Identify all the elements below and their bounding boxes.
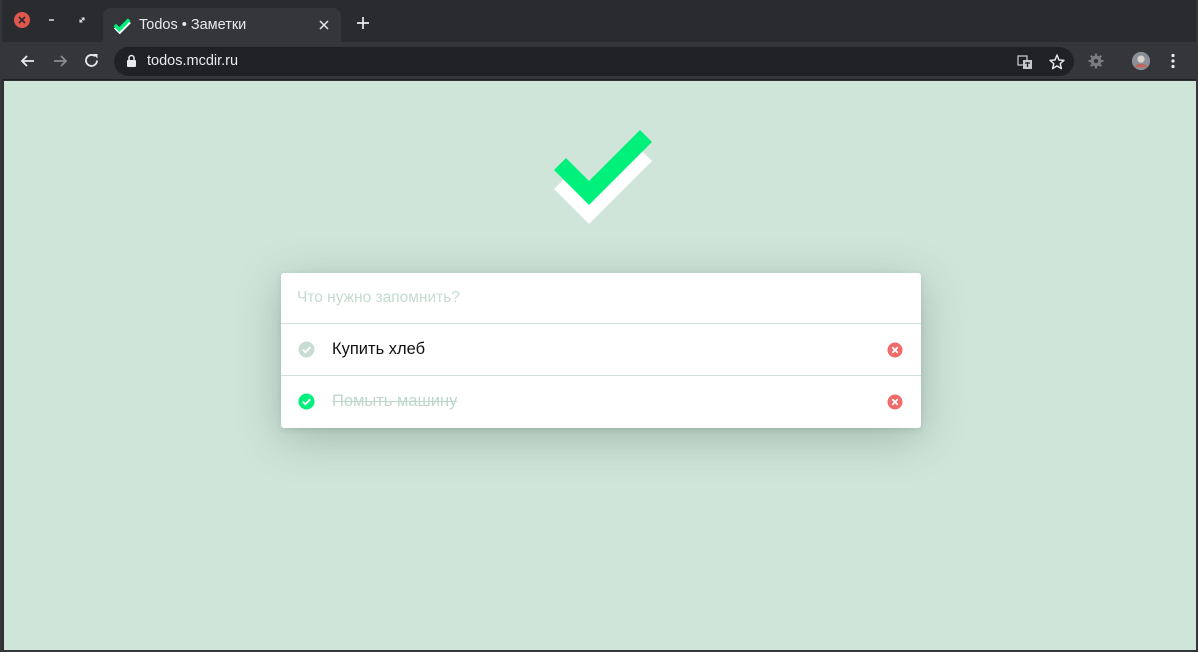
browser-window: Todos • Заметки todos.mcdir.ru Что нужно… <box>0 0 1198 652</box>
extension-button[interactable] <box>1086 51 1106 71</box>
window-close-button[interactable] <box>14 12 30 28</box>
delete-icon[interactable] <box>887 342 903 358</box>
minimize-icon <box>49 19 54 21</box>
todo-text[interactable]: Купить хлеб <box>332 340 425 359</box>
back-button[interactable] <box>18 51 38 71</box>
translate-icon[interactable] <box>1016 53 1034 71</box>
profile-avatar-button[interactable] <box>1131 51 1151 71</box>
forward-arrow-icon <box>54 55 68 67</box>
url-text[interactable]: todos.mcdir.ru <box>147 53 238 69</box>
address-bar[interactable]: todos.mcdir.ru <box>114 47 1074 76</box>
extension-gear-icon <box>1088 53 1104 69</box>
lock-icon <box>127 54 136 67</box>
close-icon <box>18 16 26 24</box>
back-arrow-icon <box>20 55 34 67</box>
reload-button[interactable] <box>82 51 102 71</box>
page-viewport: Купить хлеб Помыть машину <box>4 81 1196 650</box>
browser-toolbar: todos.mcdir.ru <box>2 42 1196 80</box>
todo-item: Купить хлеб <box>281 324 921 376</box>
check-circle-icon[interactable] <box>298 341 315 358</box>
window-restore-button[interactable] <box>74 12 90 28</box>
check-circle-icon[interactable] <box>298 393 315 410</box>
tab-strip: Todos • Заметки <box>2 0 1196 42</box>
tab-title: Todos • Заметки <box>139 17 247 33</box>
window-minimize-button[interactable] <box>44 12 60 28</box>
todo-item: Помыть машину <box>281 376 921 428</box>
todo-card: Купить хлеб Помыть машину <box>281 273 921 428</box>
tab-todos[interactable]: Todos • Заметки <box>103 8 341 42</box>
check-favicon-icon <box>113 18 131 34</box>
check-logo-icon <box>554 130 652 224</box>
new-tab-icon[interactable] <box>354 14 372 32</box>
new-todo-input[interactable] <box>281 273 921 324</box>
bookmark-star-icon[interactable] <box>1048 53 1066 71</box>
restore-icon <box>79 17 85 23</box>
todo-text[interactable]: Помыть машину <box>332 392 457 411</box>
forward-button[interactable] <box>50 51 70 71</box>
kebab-menu-icon <box>1171 53 1175 69</box>
reload-icon <box>85 54 98 67</box>
avatar-icon <box>1131 51 1151 71</box>
menu-button[interactable] <box>1163 51 1183 71</box>
tab-close-icon[interactable] <box>317 18 331 32</box>
delete-icon[interactable] <box>887 394 903 410</box>
